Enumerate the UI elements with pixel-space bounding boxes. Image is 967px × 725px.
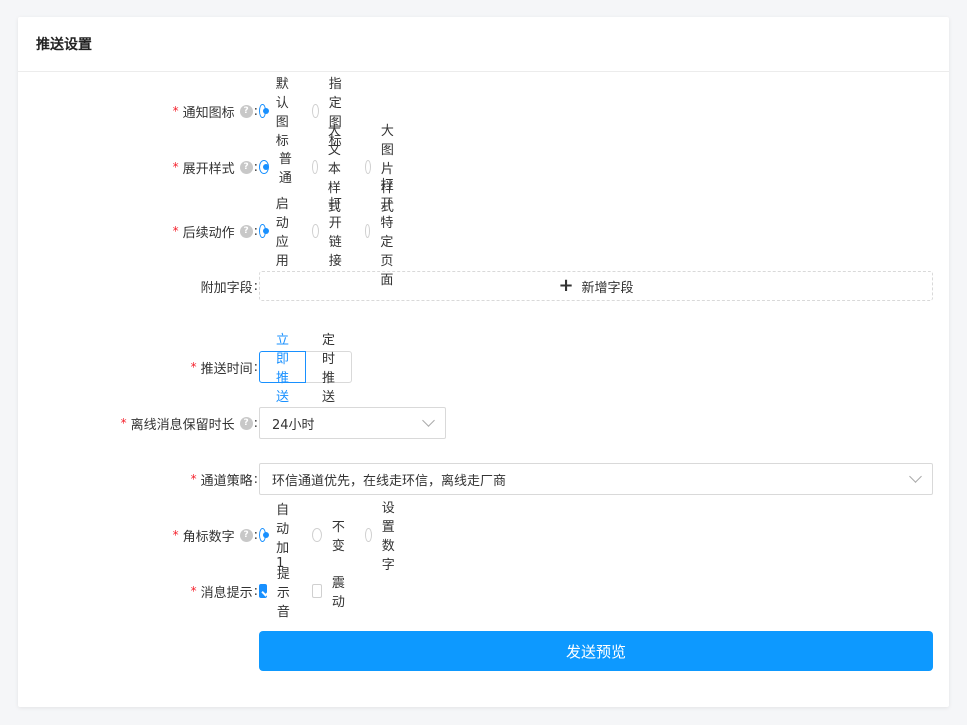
add-field-button[interactable]: + 新增字段: [259, 271, 933, 301]
message-alert-checkbox-group: 提示音 震动: [259, 563, 365, 620]
field-label: * 消息提示 :: [190, 583, 258, 601]
push-scheduled-button[interactable]: 定时推送: [306, 333, 353, 405]
field-label: * 通知图标 ? :: [172, 103, 258, 121]
field-label: 附加字段 :: [200, 278, 258, 296]
field-label: * 推送时间 :: [190, 359, 258, 377]
question-circle-icon[interactable]: ?: [239, 416, 253, 430]
push-settings-card: 推送设置 * 通知图标 ? : 默认图标 指定图标 * 展开样式 ? : 普通 …: [18, 17, 949, 707]
question-circle-icon[interactable]: ?: [239, 224, 253, 238]
field-label: * 离线消息保留时长 ? :: [120, 415, 258, 433]
required-mark: *: [190, 584, 197, 598]
radio-launch-app[interactable]: 启动应用: [259, 193, 296, 269]
push-time-segmented: 立即推送 定时推送: [259, 333, 353, 405]
field-label: * 后续动作 ? :: [172, 223, 258, 241]
required-mark: *: [172, 224, 179, 238]
required-mark: *: [172, 160, 179, 174]
required-mark: *: [120, 416, 127, 430]
push-now-button[interactable]: 立即推送: [259, 333, 307, 405]
radio-set-number[interactable]: 设置数字: [365, 497, 402, 573]
send-preview-button[interactable]: 发送预览: [259, 631, 933, 671]
question-circle-icon[interactable]: ?: [239, 160, 253, 174]
checkbox-vibrate[interactable]: 震动: [312, 572, 349, 610]
question-circle-icon[interactable]: ?: [239, 104, 253, 118]
required-mark: *: [172, 528, 179, 542]
required-mark: *: [190, 360, 197, 374]
channel-strategy-select[interactable]: 环信通道优先，在线走环信，离线走厂商: [259, 463, 933, 495]
checkbox-sound[interactable]: 提示音: [259, 563, 296, 620]
chevron-down-icon: [909, 470, 922, 483]
card-title: 推送设置: [18, 17, 949, 72]
radio-open-link[interactable]: 打开链接: [312, 193, 349, 269]
radio-auto-increment[interactable]: 自动加1: [259, 499, 296, 571]
required-mark: *: [172, 104, 179, 118]
required-mark: *: [190, 472, 197, 486]
field-label: * 展开样式 ? :: [172, 159, 258, 177]
offline-retention-select[interactable]: 24小时: [259, 407, 446, 439]
plus-icon: +: [558, 275, 574, 296]
question-circle-icon[interactable]: ?: [239, 528, 253, 542]
field-label: * 通道策略 :: [190, 471, 258, 489]
radio-unchanged[interactable]: 不变: [312, 516, 349, 554]
field-label: * 角标数字 ? :: [172, 527, 258, 545]
chevron-down-icon: [422, 414, 435, 427]
